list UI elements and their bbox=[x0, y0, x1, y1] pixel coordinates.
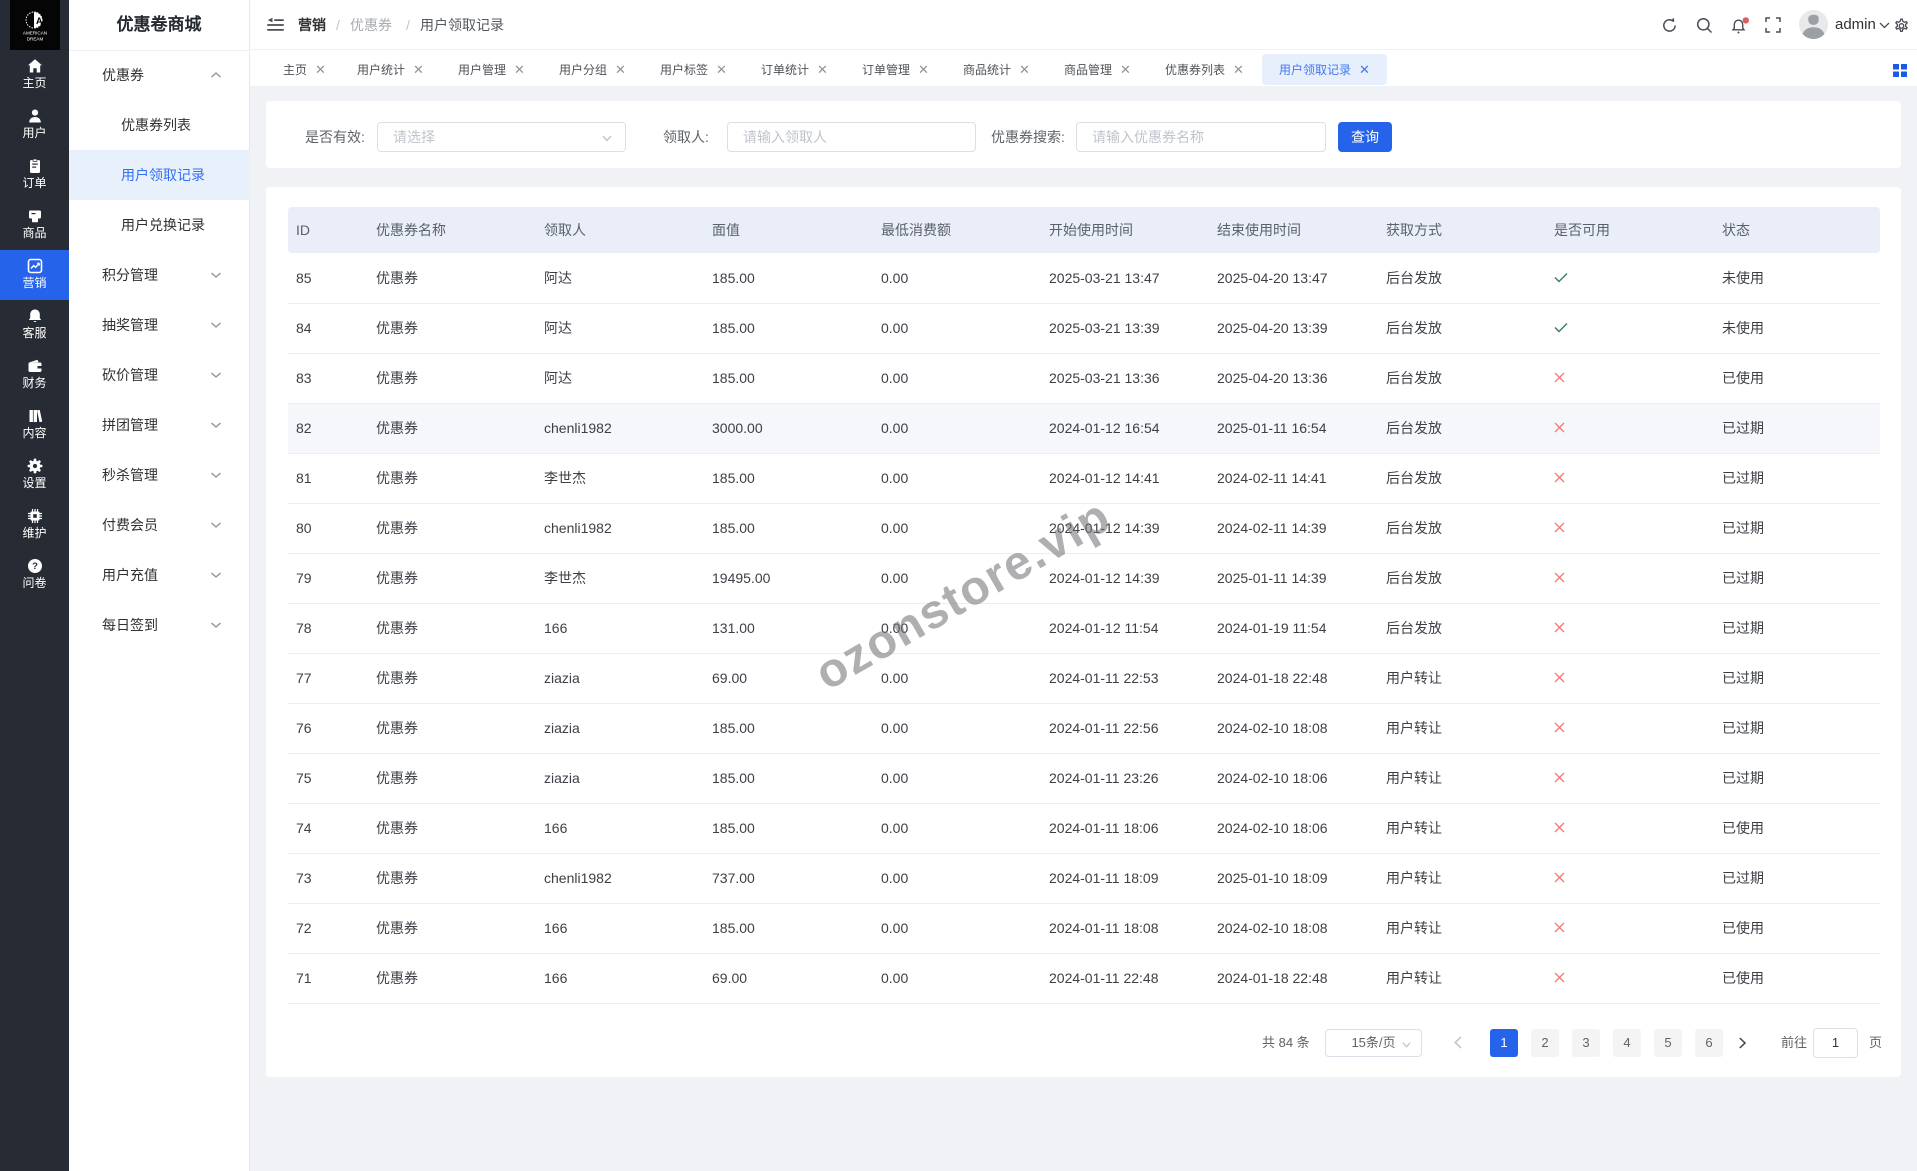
svg-text:AMERICAN: AMERICAN bbox=[23, 31, 47, 36]
svg-text:A: A bbox=[36, 16, 43, 26]
svg-text:?: ? bbox=[32, 561, 38, 572]
svg-text:DREAM: DREAM bbox=[27, 37, 44, 42]
